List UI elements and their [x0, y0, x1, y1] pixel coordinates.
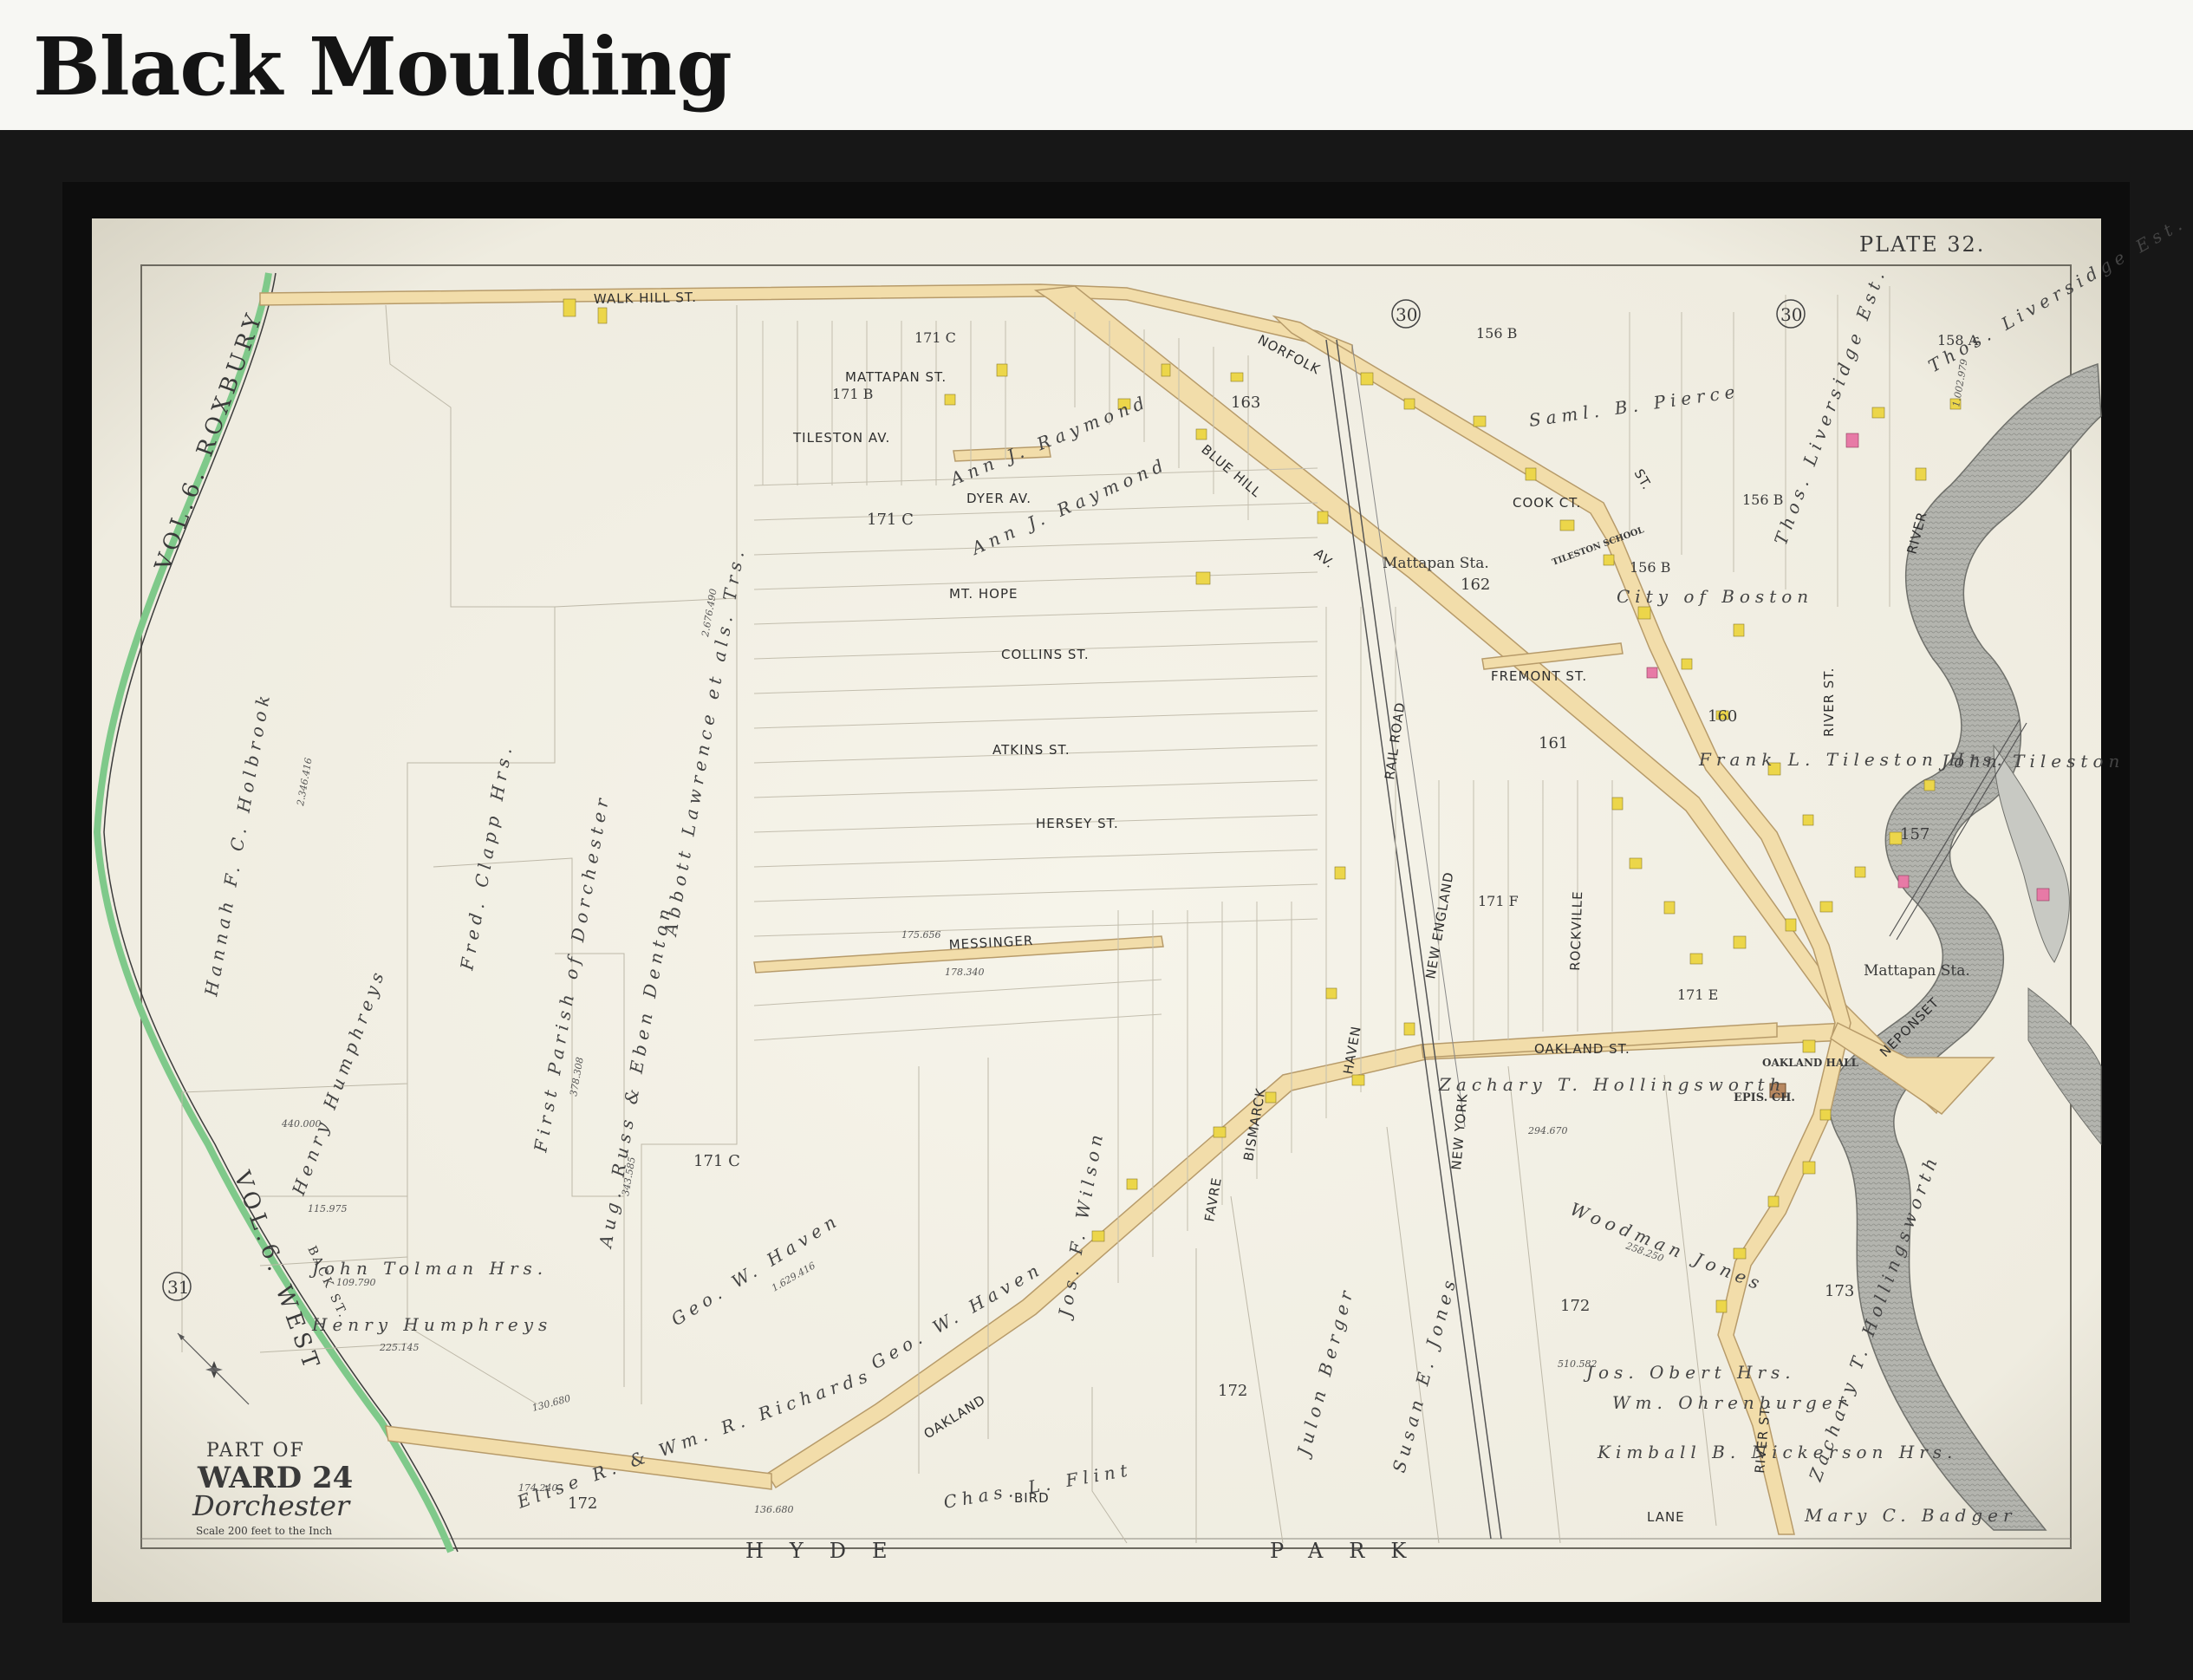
historic-map: PLATE 32. WALK HILL ST. NORFOLK BLUE HIL… [92, 212, 2190, 1602]
street-label: LANE [1647, 1509, 1685, 1525]
lot-number: 171 F [1478, 893, 1519, 909]
area-figure: 440.000 [281, 1118, 322, 1130]
lot-number: 172 [568, 1494, 597, 1513]
lot-number: 171 C [914, 329, 956, 346]
plate-ref-label: 30 [1396, 304, 1417, 325]
lot-number: 171 C [693, 1152, 740, 1170]
street-label: DYER AV. [966, 491, 1031, 506]
owner-label: Kimball B. Nickerson Hrs. [1597, 1442, 1957, 1462]
station-label: Mattapan Sta. [1864, 962, 1970, 980]
lot-number: 160 [1708, 707, 1737, 726]
street-label: COOK CT. [1513, 495, 1581, 511]
owner-label: City of Boston [1617, 586, 1813, 607]
street-label: ATKINS ST. [992, 742, 1070, 758]
cartouche-line1: PART OF [206, 1440, 305, 1462]
lot-number: 171 B [832, 386, 873, 402]
owner-label: Zachary T. Hollingsworth [1438, 1074, 1786, 1095]
street-label: HERSEY ST. [1036, 816, 1119, 831]
lot-number: 171 E [1677, 987, 1718, 1003]
owner-label: Mary C. Badger [1804, 1505, 2017, 1526]
area-figure: 175.656 [901, 929, 941, 941]
street-label: RIVER ST. [1821, 667, 1837, 737]
owner-label: Frank L. Tileston Hrs. [1698, 749, 2008, 770]
park-label: PARK [1270, 1539, 1432, 1563]
area-figure: 510.582 [1558, 1358, 1598, 1370]
church-building [1845, 433, 1859, 448]
street-label: WALK HILL ST. [594, 290, 697, 307]
area-figure: 225.145 [379, 1342, 420, 1353]
cartouche-scale: Scale 200 feet to the Inch [196, 1525, 332, 1537]
station-label: Mattapan Sta. [1383, 555, 1489, 572]
lot-number: 157 [1900, 825, 1929, 843]
area-figure: 294.670 [1527, 1125, 1568, 1136]
area-figure: 109.790 [336, 1277, 376, 1288]
street-label: MT. HOPE [949, 586, 1018, 602]
area-figure: 136.680 [754, 1504, 794, 1515]
lot-number: 173 [1825, 1282, 1854, 1300]
lot-number: 162 [1461, 576, 1490, 594]
street-label: MATTAPAN ST. [845, 369, 947, 385]
lot-number: 172 [1560, 1297, 1590, 1315]
plate-ref-label: 31 [167, 1277, 189, 1298]
owner-label: Jos. Obert Hrs. [1583, 1362, 1796, 1383]
plate-ref-label: 30 [1780, 304, 1802, 325]
lot-number: 172 [1218, 1382, 1247, 1400]
cartouche-line3: Dorchester [192, 1489, 351, 1522]
street-label: COLLINS ST. [1001, 647, 1090, 662]
hyde-label: HYDE [745, 1539, 914, 1563]
street-label: ROCKVILLE [1567, 890, 1585, 971]
street-label: TILESTON AV. [792, 430, 890, 446]
lot-number: 156 B [1742, 492, 1783, 508]
plate-number: PLATE 32. [1859, 232, 1985, 257]
landmark-label: OAKLAND HALL [1762, 1057, 1859, 1069]
area-figure: 174.240 [518, 1482, 558, 1494]
area-figure: 178.340 [945, 967, 985, 978]
lot-number: 163 [1231, 394, 1260, 412]
owner-label: Henry Humphreys [311, 1314, 552, 1335]
street-label: FREMONT ST. [1491, 668, 1587, 684]
lot-number: 156 B [1630, 559, 1670, 576]
lot-number: 161 [1539, 734, 1568, 752]
owner-label: Wm. Ohrenburger [1612, 1392, 1851, 1413]
lot-number: 171 C [867, 511, 914, 529]
street-label: OAKLAND ST. [1534, 1041, 1630, 1057]
lot-number: 156 B [1476, 325, 1517, 342]
area-figure: 115.975 [308, 1203, 348, 1214]
owner-label: John Tolman Hrs. [309, 1258, 548, 1279]
